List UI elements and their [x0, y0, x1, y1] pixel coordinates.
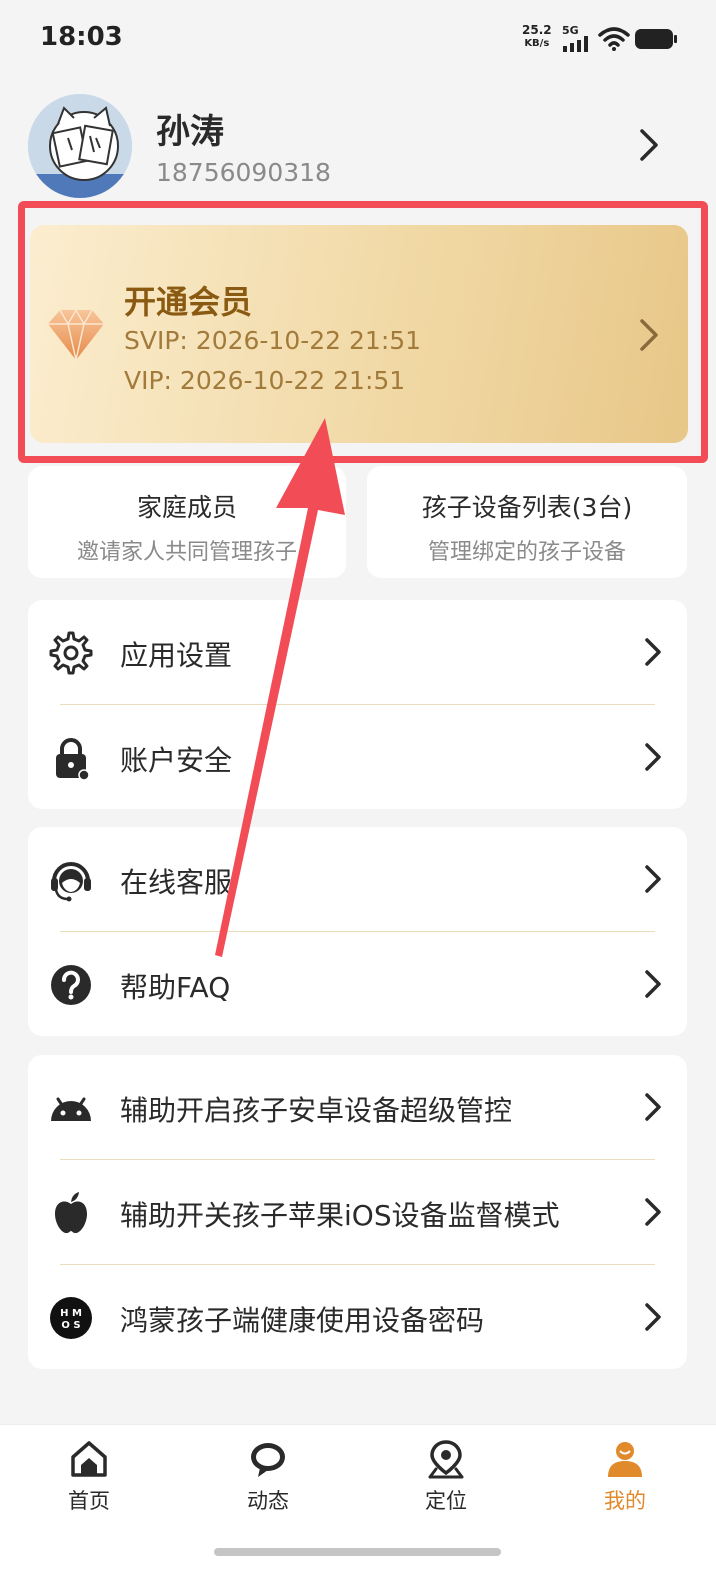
- android-icon: [51, 1097, 91, 1121]
- avatar-image: [28, 94, 132, 198]
- nav-item-location[interactable]: 定位: [386, 1439, 506, 1515]
- row-label: 在线客服: [120, 866, 233, 899]
- row-label: 帮助FAQ: [120, 971, 231, 1004]
- lock-icon: [56, 738, 90, 781]
- chevron-right-icon: [645, 1303, 661, 1331]
- chat-bubble-icon: [251, 1443, 285, 1477]
- wifi-icon: [598, 27, 630, 51]
- hmos-icon: H M O S: [50, 1297, 92, 1339]
- list-item-ios-supervision[interactable]: 辅助开关孩子苹果iOS设备监督模式: [28, 1160, 687, 1264]
- list-item-app-settings[interactable]: 应用设置: [28, 600, 687, 704]
- question-icon: [51, 965, 91, 1005]
- headset-icon: [51, 862, 91, 902]
- list-item-account-security[interactable]: 账户安全: [28, 705, 687, 809]
- chevron-right-icon[interactable]: [638, 318, 660, 352]
- battery-icon: [635, 29, 677, 49]
- nav-label: 定位: [425, 1489, 467, 1513]
- apple-icon: [55, 1192, 87, 1234]
- nav-item-home[interactable]: 首页: [29, 1439, 149, 1515]
- nav-item-activity[interactable]: 动态: [208, 1439, 328, 1515]
- family-members-card[interactable]: 家庭成员 邀请家人共同管理孩子: [28, 466, 346, 578]
- list-item-harmonyos-password[interactable]: H M O S 鸿蒙孩子端健康使用设备密码: [28, 1265, 687, 1369]
- user-name: 孙涛: [156, 112, 224, 152]
- vip-title: 开通会员: [124, 283, 253, 321]
- list-item-help-faq[interactable]: 帮助FAQ: [28, 932, 687, 1036]
- card-title: 家庭成员: [136, 493, 237, 522]
- status-time: 18:03: [40, 22, 123, 52]
- speed-unit: KB/s: [524, 38, 550, 49]
- svg-text:H M: H M: [60, 1308, 82, 1319]
- settings-group: 应用设置 账户安全: [28, 600, 687, 809]
- avatar[interactable]: [28, 94, 132, 198]
- card-subtitle: 邀请家人共同管理孩子: [76, 540, 297, 565]
- location-pin-icon: [428, 1440, 464, 1479]
- person-icon: [608, 1442, 642, 1477]
- chevron-right-icon: [645, 970, 661, 998]
- chevron-right-icon: [645, 865, 661, 893]
- device-guide-group: 辅助开启孩子安卓设备超级管控 辅助开关孩子苹果iOS设备监督模式 H M O S…: [28, 1055, 687, 1369]
- support-group: 在线客服 帮助FAQ: [28, 827, 687, 1036]
- chevron-right-icon[interactable]: [638, 128, 660, 162]
- nav-item-me[interactable]: 我的: [565, 1439, 685, 1515]
- chevron-right-icon: [645, 1093, 661, 1121]
- status-bar: 18:03 25.2 KB/s 5G: [0, 0, 716, 78]
- nav-label: 动态: [247, 1489, 289, 1513]
- user-phone: 18756090318: [156, 158, 331, 187]
- chevron-right-icon: [645, 638, 661, 666]
- row-label: 应用设置: [120, 639, 233, 672]
- chevron-right-icon: [645, 743, 661, 771]
- home-icon: [71, 1441, 107, 1477]
- home-indicator[interactable]: [214, 1548, 501, 1556]
- list-item-android-control[interactable]: 辅助开启孩子安卓设备超级管控: [28, 1055, 687, 1159]
- diamond-icon: [48, 308, 104, 361]
- gear-icon: [49, 631, 93, 675]
- speed-value: 25.2: [522, 23, 552, 37]
- nav-label: 我的: [604, 1489, 646, 1513]
- svip-expiry: SVIP: 2026-10-22 21:51: [124, 326, 422, 355]
- list-item-online-support[interactable]: 在线客服: [28, 827, 687, 931]
- card-subtitle: 管理绑定的孩子设备: [427, 540, 626, 565]
- signal-icon: [563, 36, 588, 52]
- child-devices-card[interactable]: 孩子设备列表(3台) 管理绑定的孩子设备: [367, 466, 687, 578]
- row-label: 辅助开启孩子安卓设备超级管控: [120, 1094, 513, 1127]
- vip-expiry: VIP: 2026-10-22 21:51: [124, 366, 406, 395]
- svg-text:O S: O S: [61, 1320, 80, 1331]
- chevron-right-icon: [645, 1198, 661, 1226]
- row-label: 辅助开关孩子苹果iOS设备监督模式: [120, 1199, 560, 1232]
- network-speed: 25.2 KB/s: [522, 24, 552, 50]
- nav-label: 首页: [68, 1489, 110, 1513]
- row-label: 账户安全: [120, 744, 233, 777]
- card-title: 孩子设备列表(3台): [421, 493, 633, 522]
- row-label: 鸿蒙孩子端健康使用设备密码: [120, 1304, 485, 1337]
